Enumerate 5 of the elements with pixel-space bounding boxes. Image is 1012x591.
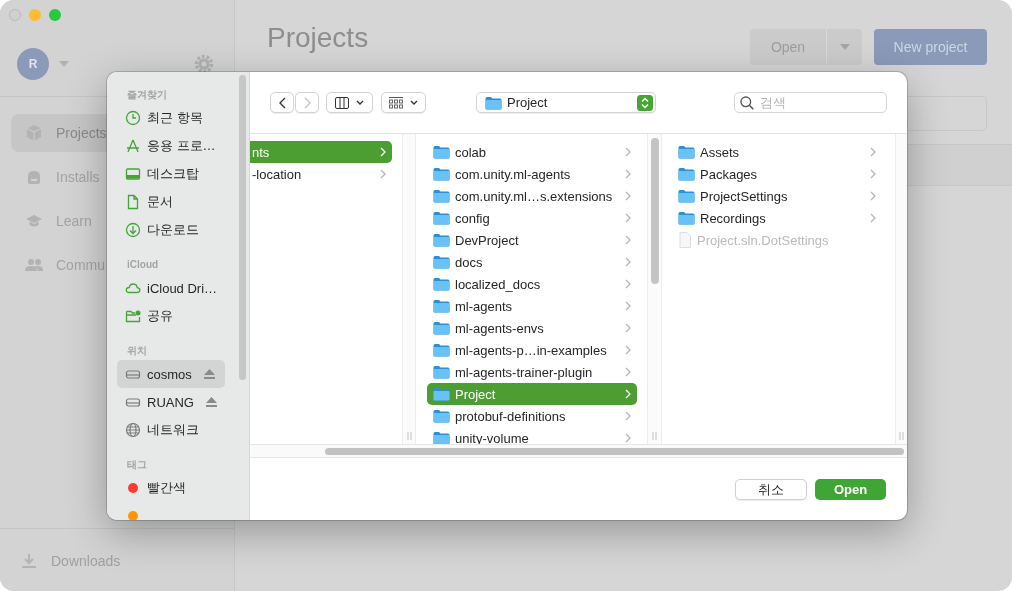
section-heading: iCloud: [126, 258, 160, 272]
section-heading: 위치: [126, 344, 148, 358]
section-heading: 즐겨찾기: [126, 88, 168, 102]
section-heading: 태그: [126, 458, 148, 472]
page-title: Projects: [267, 22, 369, 54]
